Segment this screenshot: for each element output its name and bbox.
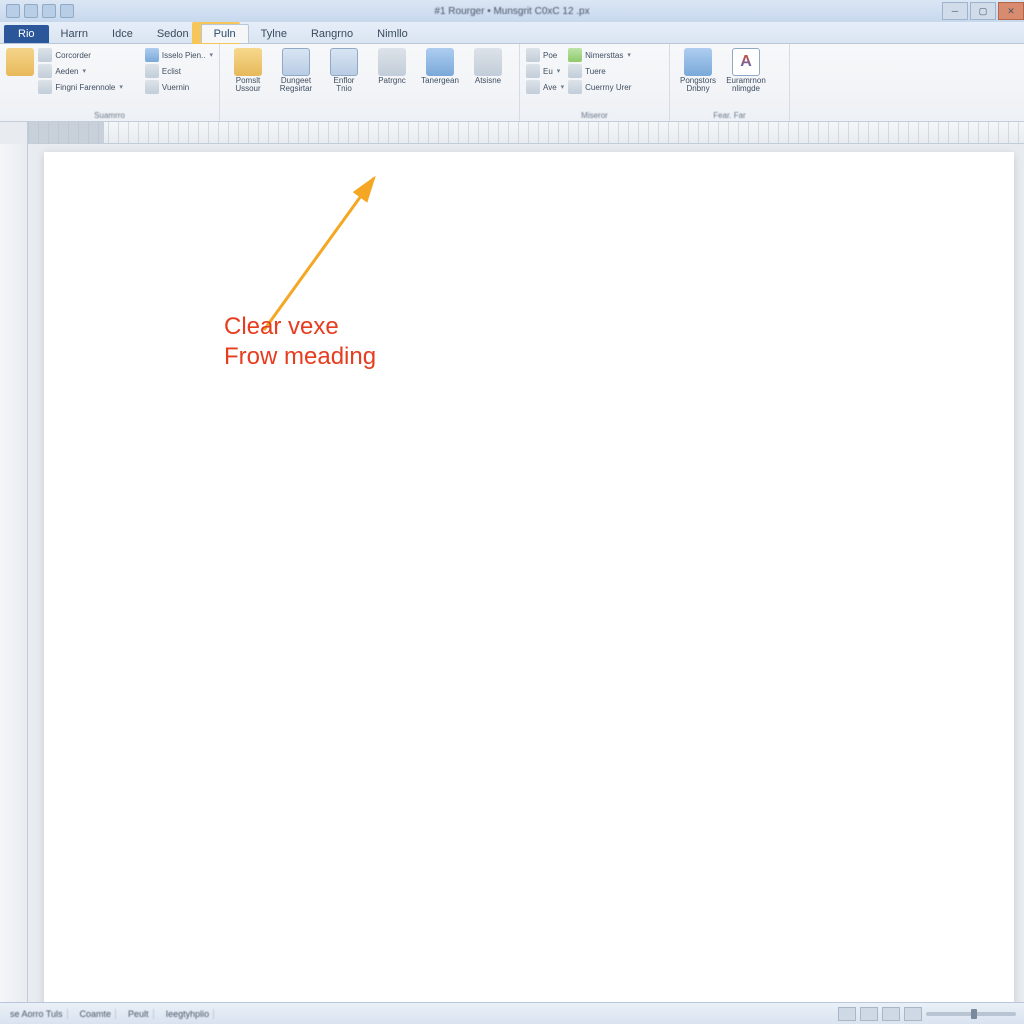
status-mode[interactable]: Ieegtyhplio [162,1009,215,1019]
chevron-down-icon: ▾ [82,67,86,75]
tab-references[interactable]: Tylne [249,25,299,43]
tab-layout[interactable]: Puln [201,24,249,43]
copy-button[interactable]: Aeden▾ [38,64,123,78]
wrap-button[interactable]: Eu▾ [526,64,564,78]
vertical-ruler[interactable] [0,144,28,1002]
chevron-down-icon: ▾ [209,51,213,59]
page-area[interactable]: Clear vexe Frow meading [28,144,1024,1002]
size-icon [330,48,358,76]
find-button[interactable]: PongstorsDnbny [676,46,720,94]
chevron-down-icon: ▾ [561,83,565,91]
status-lang[interactable]: Peult [124,1009,154,1019]
tab-insert[interactable]: Idce [100,25,145,43]
ribbon-group-editing: PongstorsDnbny Euramrnonnlimgde Fear. Fa… [670,44,790,121]
annotation-arrow [254,170,414,340]
margins-button[interactable]: PomsltUssour [226,46,270,94]
breaks-button[interactable]: Tanergean [418,46,462,85]
zoom-slider[interactable] [926,1012,1016,1016]
align-icon [526,80,540,94]
window-title: #1 Rourger • Munsgrit C0xC 12 .px [434,6,589,17]
group-label: Suamrro [6,110,213,120]
letter-a-icon [732,48,760,76]
clear-button[interactable]: Vuernin [145,80,213,94]
columns-icon [378,48,406,76]
minimize-button[interactable]: ─ [942,2,968,20]
qat-more-icon[interactable] [60,4,74,18]
status-page[interactable]: se Aorro Tuls [6,1009,68,1019]
cut-icon [38,48,52,62]
document-workspace: Clear vexe Frow meading [0,144,1024,1002]
group-label [226,119,513,120]
view-read-button[interactable] [860,1007,878,1021]
ribbon-group-arrange: Poe Eu▾ Ave▾ Nimersttas▾ Tuere Cuerrny U… [520,44,670,121]
orientation-button[interactable]: DungeetRegsirtar [274,46,318,94]
qat-save-icon[interactable] [6,4,20,18]
bring-forward-button[interactable]: Nimersttas▾ [568,48,631,62]
selection-pane-button[interactable]: Cuerrny Urer [568,80,631,94]
paste-button[interactable] [6,46,34,77]
wrap-icon [526,64,540,78]
qat-redo-icon[interactable] [42,4,56,18]
copy-icon [38,64,52,78]
group-label: Fear. Far [676,110,783,120]
chevron-down-icon: ▾ [627,51,631,59]
zoom-thumb[interactable] [971,1009,977,1019]
align-button[interactable]: Ave▾ [526,80,564,94]
close-button[interactable]: ✕ [998,2,1024,20]
status-words[interactable]: Coamte [76,1009,117,1019]
quick-access-toolbar [0,4,80,18]
tab-mailings[interactable]: Rangrno [299,25,365,43]
find-icon [684,48,712,76]
tab-home[interactable]: Harrn [49,25,101,43]
status-bar: se Aorro Tuls Coamte Peult Ieegtyhplio [0,1002,1024,1024]
pane-icon [568,80,582,94]
ribbon-tabs: Rio Harrn Idce Sedon Puln Tylne Rangrno … [0,22,1024,44]
ribbon: Corcorder Aeden▾ Fingni Farennole▾ Issel… [0,44,1024,122]
paste-icon [6,48,34,76]
hyphenation-button[interactable]: Atsisne [466,46,510,85]
style-icon [145,48,159,62]
ribbon-group-clipboard: Corcorder Aeden▾ Fingni Farennole▾ Issel… [0,44,220,121]
format-painter-button[interactable]: Fingni Farennole▾ [38,80,123,94]
group-label: Miseror [526,110,663,120]
edit-button[interactable]: Eclist [145,64,213,78]
brush-icon [38,80,52,94]
size-button[interactable]: EnflorTnio [322,46,366,94]
qat-undo-icon[interactable] [24,4,38,18]
hyphen-icon [474,48,502,76]
page-icon [282,48,310,76]
view-print-layout-button[interactable] [838,1007,856,1021]
ribbon-group-page: PomsltUssour DungeetRegsirtar EnflorTnio… [220,44,520,121]
clear-icon [145,80,159,94]
replace-button[interactable]: Euramrnonnlimgde [724,46,768,94]
position-icon [526,48,540,62]
title-bar: #1 Rourger • Munsgrit C0xC 12 .px ─ ▢ ✕ [0,0,1024,22]
cut-button[interactable]: Corcorder [38,48,123,62]
backward-icon [568,64,582,78]
horizontal-ruler[interactable] [0,122,1024,144]
annotation-line2: Frow meading [224,342,376,372]
view-web-button[interactable] [882,1007,900,1021]
chevron-down-icon: ▾ [119,83,123,91]
forward-icon [568,48,582,62]
chevron-down-icon: ▾ [557,67,561,75]
breaks-icon [426,48,454,76]
maximize-button[interactable]: ▢ [970,2,996,20]
tab-design[interactable]: Sedon [145,25,201,43]
edit-icon [145,64,159,78]
document-page[interactable]: Clear vexe Frow meading [44,152,1014,1002]
tab-review[interactable]: Nimllo [365,25,420,43]
columns-button[interactable]: Patrgnc [370,46,414,85]
position-button[interactable]: Poe [526,48,564,62]
style-button[interactable]: Isselo Pien..▾ [145,48,213,62]
send-backward-button[interactable]: Tuere [568,64,631,78]
view-outline-button[interactable] [904,1007,922,1021]
folder-icon [234,48,262,76]
window-controls: ─ ▢ ✕ [940,2,1024,20]
tab-file[interactable]: Rio [4,25,49,43]
